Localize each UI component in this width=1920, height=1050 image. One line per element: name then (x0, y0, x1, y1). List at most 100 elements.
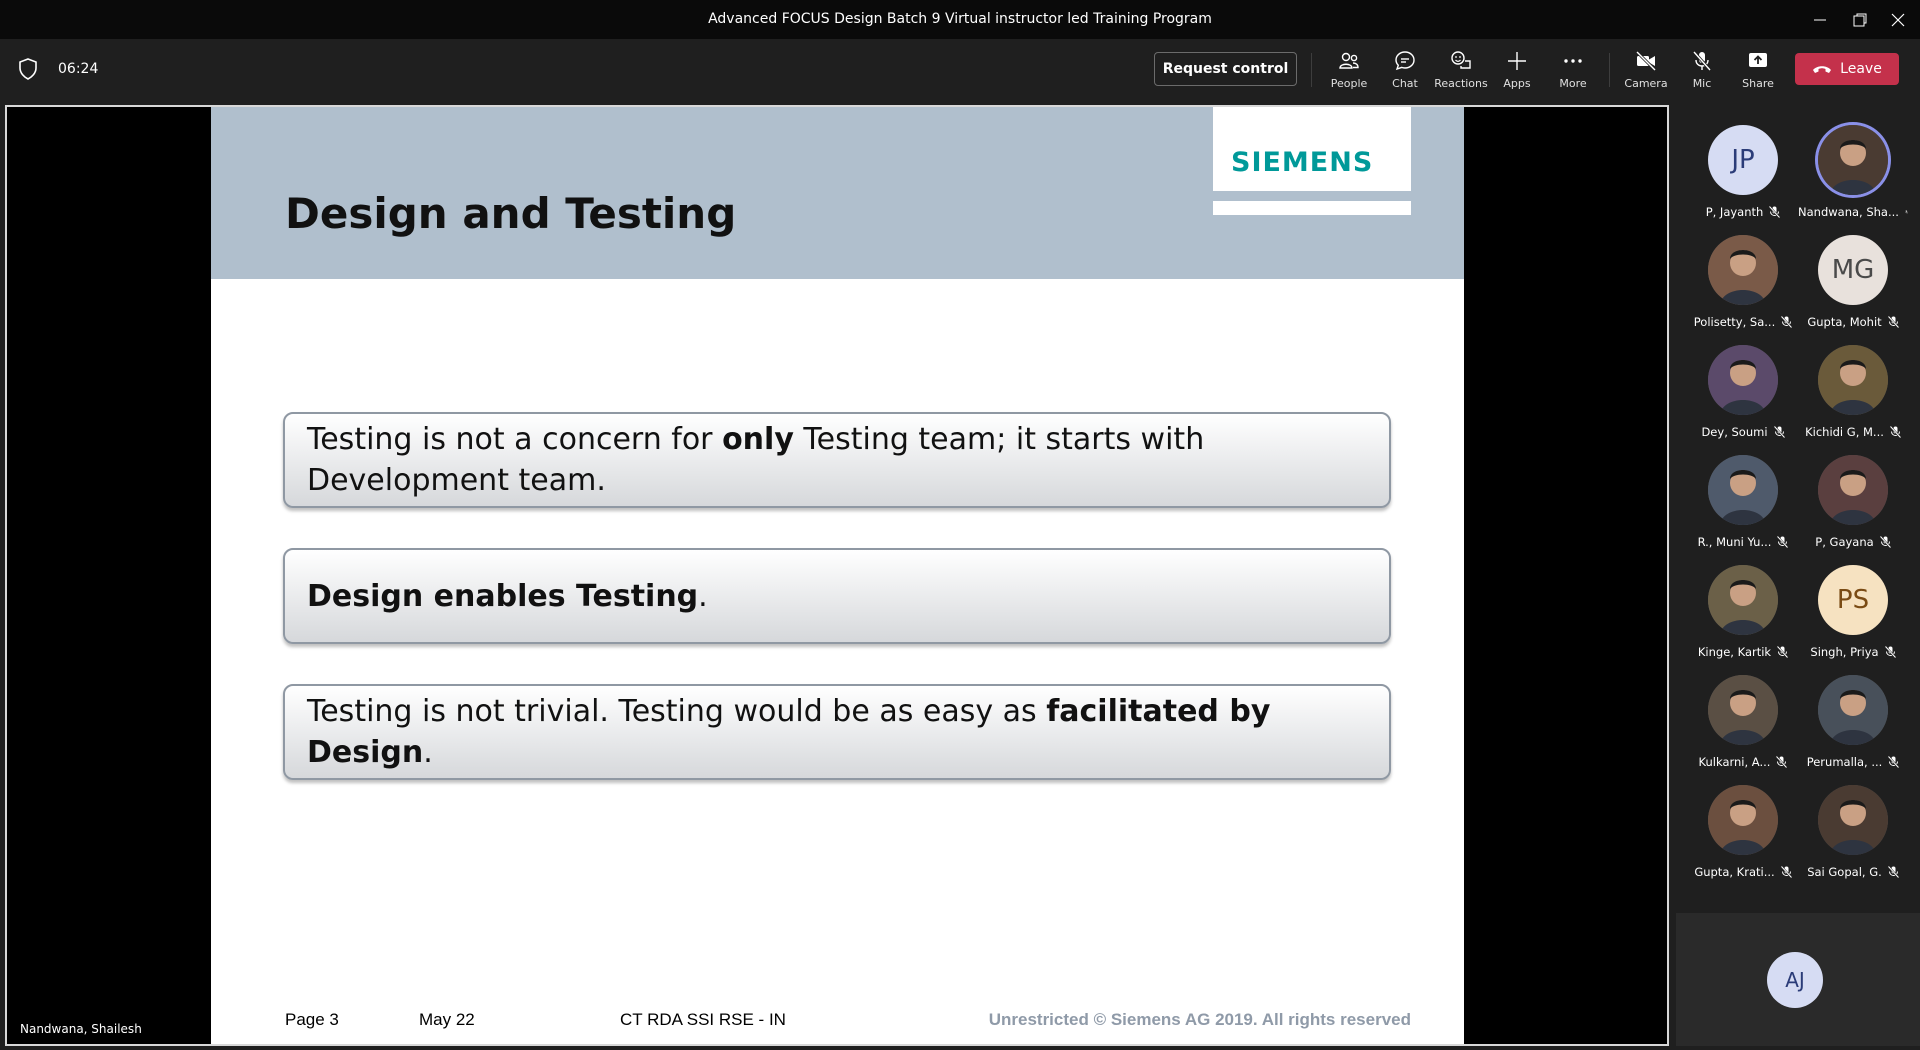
avatar (1818, 675, 1888, 745)
profile-photo-icon (1708, 345, 1778, 415)
people-label: People (1330, 77, 1368, 90)
participant-tile[interactable]: Kichidi G, M... (1798, 325, 1908, 439)
reactions-button[interactable]: Reactions (1433, 49, 1489, 97)
slide-point-2-text: Design enables Testing. (307, 576, 708, 617)
slide-text: Testing is not trivial. Testing would be… (307, 694, 1047, 729)
participant-name: Sai Gopal, G. (1807, 865, 1882, 879)
participant-name-row: Gupta, Krati... (1688, 865, 1798, 879)
profile-photo-icon (1708, 565, 1778, 635)
profile-photo-icon (1708, 235, 1778, 305)
participant-tile[interactable]: Perumalla, ... (1798, 655, 1908, 769)
participant-tile[interactable]: Dey, Soumi (1688, 325, 1798, 439)
slide-point-1: Testing is not a concern for only Testin… (283, 412, 1391, 508)
share-label: Share (1742, 77, 1774, 90)
divider (1311, 53, 1312, 87)
camera-button[interactable]: Camera (1618, 49, 1674, 97)
chat-button[interactable]: Chat (1377, 49, 1433, 97)
slide-point-3-text: Testing is not trivial. Testing would be… (307, 691, 1367, 773)
avatar (1708, 235, 1778, 305)
participant-tile[interactable]: JP P, Jayanth (1688, 105, 1798, 219)
people-icon (1339, 52, 1359, 69)
logo-strip (1213, 201, 1411, 215)
slide-date: May 22 (419, 1010, 475, 1029)
siemens-logo-text: SIEMENS (1231, 147, 1374, 178)
slide-text: . (698, 578, 708, 614)
slide-copyright: Unrestricted © Siemens AG 2019. All righ… (988, 1010, 1411, 1029)
mic-button[interactable]: Mic (1674, 49, 1730, 97)
minimize-button[interactable] (1798, 0, 1842, 39)
participant-tile[interactable]: Kinge, Kartik (1688, 545, 1798, 659)
slide-point-1-text: Testing is not a concern for only Testin… (307, 419, 1367, 501)
more-icon (1564, 59, 1582, 63)
close-button[interactable] (1876, 0, 1920, 39)
participant-tile[interactable]: MG Gupta, Mohit (1798, 215, 1908, 329)
avatar (1708, 565, 1778, 635)
share-button[interactable]: Share (1730, 49, 1786, 97)
more-button[interactable]: More (1545, 49, 1601, 97)
participant-gallery: JP P, Jayanth Nandwana, Sha... Polisetty, S… (1676, 105, 1920, 911)
avatar (1708, 675, 1778, 745)
avatar (1708, 455, 1778, 525)
participant-name: Gupta, Krati... (1694, 865, 1775, 879)
self-video-tile[interactable]: AJ (1676, 913, 1920, 1046)
minimize-icon (1814, 19, 1826, 20)
more-label: More (1559, 77, 1587, 90)
reactions-icon (1451, 51, 1471, 69)
avatar (1708, 345, 1778, 415)
mic-off-icon (1692, 51, 1712, 71)
avatar: MG (1818, 235, 1888, 305)
presentation-slide: Design and Testing SIEMENS Testing is no… (211, 107, 1464, 1044)
participant-tile[interactable]: P, Gayana (1798, 435, 1908, 549)
profile-photo-icon (1708, 455, 1778, 525)
participant-tile[interactable]: Kulkarni, A... (1688, 655, 1798, 769)
profile-photo-icon (1708, 675, 1778, 745)
restore-icon (1853, 13, 1867, 26)
meeting-toolbar: 06:24 Request control People Chat Reacti… (0, 39, 1920, 101)
meeting-timer: 06:24 (58, 61, 99, 77)
participant-name-row: Sai Gopal, G. (1798, 865, 1908, 879)
avatar: PS (1818, 565, 1888, 635)
profile-photo-icon (1818, 785, 1888, 855)
chat-label: Chat (1392, 77, 1418, 90)
avatar: AJ (1767, 952, 1823, 1008)
participant-tile[interactable]: Gupta, Krati... (1688, 765, 1798, 879)
slide-text-bold: only (722, 422, 794, 457)
camera-off-icon (1635, 50, 1657, 72)
avatar (1708, 785, 1778, 855)
window-title: Advanced FOCUS Design Batch 9 Virtual in… (708, 11, 1212, 27)
presenter-name: Nandwana, Shailesh (20, 1022, 142, 1036)
slide-text: Testing is not a concern for (307, 422, 723, 457)
people-button[interactable]: People (1321, 49, 1377, 97)
siemens-logo: SIEMENS (1213, 107, 1411, 191)
apps-label: Apps (1503, 77, 1531, 90)
mic-label: Mic (1692, 77, 1712, 90)
avatar (1818, 785, 1888, 855)
participant-tile[interactable]: PS Singh, Priya (1798, 545, 1908, 659)
slide-title: Design and Testing (285, 189, 737, 238)
profile-photo-icon (1818, 345, 1888, 415)
slide-department: CT RDA SSI RSE - IN (620, 1010, 786, 1029)
participant-tile[interactable]: Polisetty, Sa... (1688, 215, 1798, 329)
title-bar: Advanced FOCUS Design Batch 9 Virtual in… (0, 0, 1920, 39)
mic-off-icon (1887, 866, 1899, 878)
profile-photo-icon (1708, 785, 1778, 855)
slide-page-number: Page 3 (285, 1010, 339, 1029)
share-icon (1749, 53, 1767, 67)
avatar: JP (1708, 125, 1778, 195)
slide-text-bold: Design enables Testing (307, 578, 699, 614)
participant-tile[interactable]: R., Muni Yu... (1688, 435, 1798, 549)
shared-screen-stage: Design and Testing SIEMENS Testing is no… (5, 105, 1669, 1046)
profile-photo-icon (1818, 675, 1888, 745)
slide-point-3: Testing is not trivial. Testing would be… (283, 684, 1391, 780)
leave-button[interactable]: Leave (1795, 53, 1899, 85)
participant-tile[interactable]: Sai Gopal, G. (1798, 765, 1908, 879)
avatar (1818, 455, 1888, 525)
participant-tile[interactable]: Nandwana, Sha... (1798, 105, 1908, 219)
request-control-button[interactable]: Request control (1154, 52, 1297, 86)
camera-label: Camera (1624, 77, 1668, 90)
avatar (1818, 345, 1888, 415)
apps-button[interactable]: Apps (1489, 49, 1545, 97)
leave-label: Leave (1840, 61, 1882, 77)
close-icon (1891, 13, 1905, 26)
profile-photo-icon (1818, 455, 1888, 525)
